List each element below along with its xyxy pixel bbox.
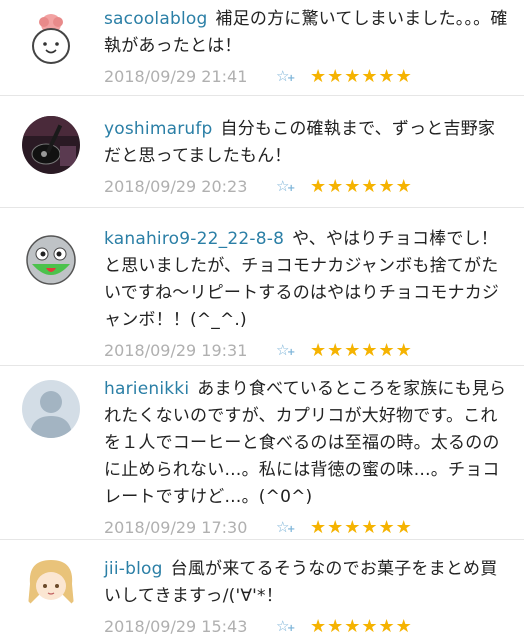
add-star-icon[interactable]: ☆ + bbox=[276, 177, 310, 195]
comment-item: yoshimarufp 自分もこの確執まで、ずっと吉野家だと思ってましたもん！ 2… bbox=[0, 96, 524, 208]
star-rating[interactable]: ★★★★★★ bbox=[310, 616, 413, 637]
star-rating[interactable]: ★★★★★★ bbox=[310, 66, 413, 87]
username-link[interactable]: jii-blog bbox=[104, 559, 163, 579]
add-star-icon[interactable]: ☆ + bbox=[276, 617, 310, 635]
username-link[interactable]: kanahiro9-22_22-8-8 bbox=[104, 229, 284, 249]
add-star-icon[interactable]: ☆ + bbox=[276, 341, 310, 359]
comment-item: jii-blog 台風が来てるそうなのでお菓子をまとめ買いしてきますっ/('∀'*… bbox=[0, 540, 524, 640]
comment-item: sacoolablog 補足の方に驚いてしまいました。。。確執があったとは！ 20… bbox=[0, 0, 524, 96]
comment-list: sacoolablog 補足の方に驚いてしまいました。。。確執があったとは！ 20… bbox=[0, 0, 524, 640]
comment-timestamp[interactable]: 2018/09/29 20:23 bbox=[104, 177, 276, 196]
comment-timestamp[interactable]: 2018/09/29 17:30 bbox=[104, 518, 276, 537]
star-rating[interactable]: ★★★★★★ bbox=[310, 340, 413, 361]
comment-timestamp[interactable]: 2018/09/29 19:31 bbox=[104, 341, 276, 360]
add-star-icon[interactable]: ☆ + bbox=[276, 518, 310, 536]
star-rating[interactable]: ★★★★★★ bbox=[310, 517, 413, 538]
user-avatar[interactable] bbox=[22, 116, 80, 174]
comment-item: harienikki あまり食べているところを家族にも見られたくないのですが、カプ… bbox=[0, 366, 524, 540]
username-link[interactable]: yoshimarufp bbox=[104, 119, 213, 139]
comment-item: kanahiro9-22_22-8-8 や、やはりチョコ棒でし！と思いましたが、チ… bbox=[0, 208, 524, 366]
user-avatar[interactable] bbox=[22, 554, 80, 612]
user-avatar[interactable] bbox=[22, 380, 80, 438]
add-star-icon[interactable]: ☆ + bbox=[276, 67, 310, 85]
comment-timestamp[interactable]: 2018/09/29 21:41 bbox=[104, 67, 276, 86]
star-rating[interactable]: ★★★★★★ bbox=[310, 176, 413, 197]
user-avatar[interactable] bbox=[22, 230, 80, 288]
comment-text: 台風が来てるそうなのでお菓子をまとめ買いしてきますっ/('∀'*！ bbox=[104, 559, 498, 606]
username-link[interactable]: harienikki bbox=[104, 379, 189, 399]
comment-timestamp[interactable]: 2018/09/29 15:43 bbox=[104, 617, 276, 636]
username-link[interactable]: sacoolablog bbox=[104, 9, 207, 29]
user-avatar[interactable] bbox=[22, 10, 80, 68]
